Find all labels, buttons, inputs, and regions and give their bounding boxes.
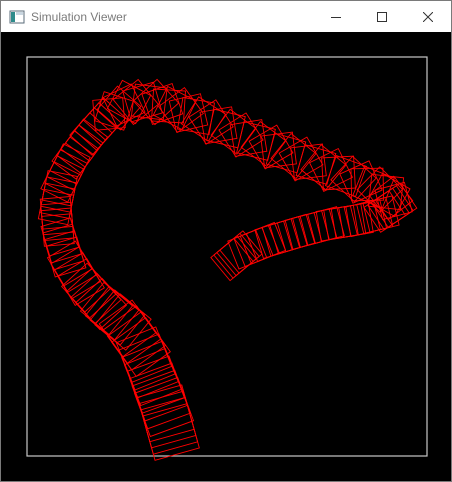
maximize-button[interactable]: [359, 1, 405, 32]
simulation-canvas[interactable]: [1, 32, 451, 481]
close-icon: [423, 11, 433, 22]
title-bar[interactable]: Simulation Viewer: [1, 1, 451, 32]
trajectory-square: [140, 396, 199, 455]
simulation-trajectory: [37, 78, 418, 461]
simulation-viewer-window: Simulation Viewer: [0, 0, 452, 482]
window-title: Simulation Viewer: [31, 10, 127, 24]
app-icon: [9, 10, 25, 24]
close-button[interactable]: [405, 1, 451, 32]
trajectory-square: [239, 224, 280, 265]
trajectory-square: [46, 149, 88, 191]
trajectory-square: [121, 340, 179, 399]
simulation-drawing: [26, 56, 428, 461]
maximize-icon: [377, 11, 387, 22]
trajectory-square: [115, 326, 173, 383]
minimize-button[interactable]: [313, 1, 359, 32]
trajectory-square: [82, 97, 127, 141]
minimize-icon: [331, 16, 341, 18]
